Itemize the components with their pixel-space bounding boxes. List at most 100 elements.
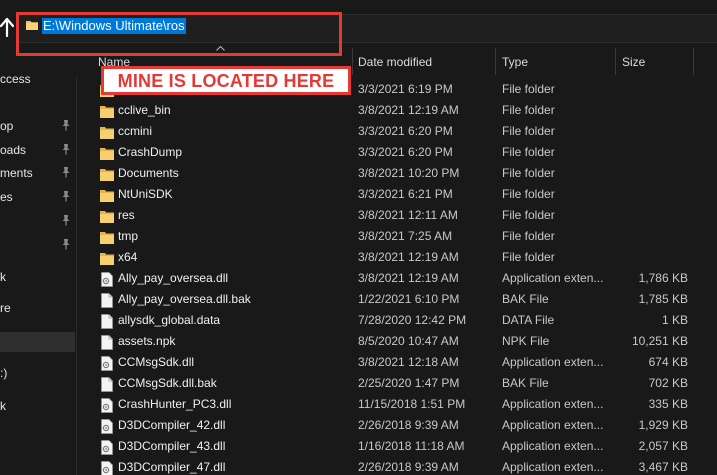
nav-item[interactable]: re	[0, 299, 11, 317]
table-row[interactable]: D3DCompiler_47.dll 2/26/2018 9:39 AM Appli…	[76, 458, 717, 475]
file-size: 1 KB	[661, 313, 688, 327]
up-arrow-icon[interactable]	[0, 17, 14, 37]
pin-icon	[62, 120, 70, 131]
table-row[interactable]: CCMsgSdk.dll 3/8/2021 12:18 AM Application…	[76, 353, 717, 374]
file-date-modified: 1/22/2021 6:10 PM	[358, 292, 460, 306]
folder-icon	[100, 148, 114, 160]
file-size: 2,057 KB	[638, 439, 688, 453]
file-name: D3DCompiler_47.dll	[118, 460, 226, 474]
table-row[interactable]: CrashHunter_PC3.dll 11/15/2018 1:51 PM App…	[76, 395, 717, 416]
document-icon	[101, 293, 113, 308]
pin-icon	[62, 239, 70, 250]
column-header-date[interactable]: Date modified	[358, 55, 432, 69]
file-size: 1,929 KB	[638, 418, 688, 432]
dll-file-icon	[101, 398, 113, 413]
nav-item[interactable]: oads	[0, 141, 26, 159]
column-divider[interactable]	[693, 48, 694, 75]
file-date-modified: 3/3/2021 6:20 PM	[358, 124, 453, 138]
file-type: Application exten...	[502, 439, 604, 453]
file-name: res	[118, 208, 135, 222]
folder-icon	[100, 211, 114, 223]
dll-file-icon	[101, 440, 113, 455]
file-size: 1,786 KB	[638, 271, 688, 285]
file-date-modified: 3/8/2021 12:19 AM	[358, 250, 459, 264]
file-size: 3,467 KB	[638, 460, 688, 474]
file-name: CrashHunter_PC3.dll	[118, 397, 232, 411]
file-size: 10,251 KB	[631, 334, 688, 348]
table-row[interactable]: allysdk_global.data 7/28/2020 12:42 PM DAT…	[76, 311, 717, 332]
table-row[interactable]: ccmini 3/3/2021 6:20 PM File folder	[76, 122, 717, 143]
table-row[interactable]: res 3/8/2021 12:11 AM File folder	[76, 206, 717, 227]
nav-item[interactable]: es	[0, 188, 13, 206]
file-date-modified: 1/16/2018 11:18 AM	[358, 439, 465, 453]
navigation-pane: ccess op oads ments es k re:) k	[0, 48, 77, 475]
nav-selected-item[interactable]	[0, 332, 75, 352]
nav-item[interactable]: ccess	[0, 70, 31, 88]
nav-item[interactable]: ments	[0, 164, 33, 182]
nav-item[interactable]: k	[0, 397, 6, 415]
file-date-modified: 8/5/2020 10:47 AM	[358, 334, 459, 348]
file-type: File folder	[502, 103, 555, 117]
folder-icon	[100, 127, 114, 139]
document-icon	[101, 335, 113, 350]
dll-file-icon	[101, 356, 113, 371]
file-date-modified: 3/8/2021 7:25 AM	[358, 229, 453, 243]
file-date-modified: 3/3/2021 6:20 PM	[358, 145, 453, 159]
file-type: Application exten...	[502, 397, 604, 411]
file-type: NPK File	[502, 334, 550, 348]
table-row[interactable]: Ally_pay_oversea.dll.bak 1/22/2021 6:10 P…	[76, 290, 717, 311]
pin-icon	[62, 191, 70, 202]
column-header-type[interactable]: Type	[502, 55, 528, 69]
file-date-modified: 3/8/2021 12:18 AM	[358, 355, 459, 369]
file-name: CCMsgSdk.dll.bak	[118, 376, 217, 390]
column-divider[interactable]	[495, 48, 496, 75]
table-row[interactable]: CrashDump 3/3/2021 6:20 PM File folder	[76, 143, 717, 164]
file-type: File folder	[502, 187, 555, 201]
file-type: BAK File	[502, 292, 549, 306]
file-name: tmp	[118, 229, 139, 243]
file-name: allysdk_global.data	[118, 313, 221, 327]
file-name: assets.npk	[118, 334, 176, 348]
table-row[interactable]: Documents 3/8/2021 10:20 PM File folder	[76, 164, 717, 185]
column-header-size[interactable]: Size	[622, 55, 645, 69]
file-name: Ally_pay_oversea.dll.bak	[118, 292, 251, 306]
file-type: Application exten...	[502, 355, 604, 369]
table-row[interactable]: x64 3/8/2021 12:19 AM File folder	[76, 248, 717, 269]
document-icon	[101, 377, 113, 392]
file-size: 1,785 KB	[638, 292, 688, 306]
nav-item[interactable]: op	[0, 117, 13, 135]
table-row[interactable]: cclive_bin 3/8/2021 12:19 AM File folder	[76, 101, 717, 122]
table-row[interactable]: assets.npk 8/5/2020 10:47 AM NPK File 10,25…	[76, 332, 717, 353]
file-name: CCMsgSdk.dll	[118, 355, 195, 369]
table-row[interactable]: CCMsgSdk.dll.bak 2/25/2020 1:47 PM BAK Fil…	[76, 374, 717, 395]
table-row[interactable]: D3DCompiler_43.dll 1/16/2018 11:18 AM Appl…	[76, 437, 717, 458]
folder-icon	[100, 106, 114, 118]
table-row[interactable]: Ally_pay_oversea.dll 3/8/2021 12:19 AM App…	[76, 269, 717, 290]
nav-item[interactable]: :)	[0, 364, 7, 382]
dll-file-icon	[101, 272, 113, 287]
file-date-modified: 3/8/2021 12:11 AM	[358, 208, 458, 222]
table-row[interactable]: tmp 3/8/2021 7:25 AM File folder	[76, 227, 717, 248]
folder-icon	[100, 232, 114, 244]
folder-icon	[100, 253, 114, 265]
document-icon	[101, 314, 113, 329]
vertical-scrollbar[interactable]	[706, 48, 717, 475]
file-type: Application exten...	[502, 460, 604, 474]
column-divider[interactable]	[352, 48, 353, 75]
dll-file-icon	[101, 419, 113, 434]
table-row[interactable]: D3DCompiler_42.dll 2/26/2018 9:39 AM Appli…	[76, 416, 717, 437]
nav-item[interactable]: k	[0, 268, 6, 286]
pin-icon	[62, 215, 70, 226]
file-name: x64	[118, 250, 138, 264]
file-size: 674 KB	[648, 355, 688, 369]
file-name: NtUniSDK	[118, 187, 173, 201]
column-divider[interactable]	[615, 48, 616, 75]
file-date-modified: 2/26/2018 9:39 AM	[358, 460, 459, 474]
file-name: CrashDump	[118, 145, 183, 159]
file-type: BAK File	[502, 376, 549, 390]
file-name: Documents	[118, 166, 179, 180]
file-date-modified: 7/28/2020 12:42 PM	[358, 313, 467, 327]
table-row[interactable]: NtUniSDK 3/3/2021 6:21 PM File folder	[76, 185, 717, 206]
pin-icon	[62, 144, 70, 155]
file-date-modified: 3/8/2021 10:20 PM	[358, 166, 460, 180]
